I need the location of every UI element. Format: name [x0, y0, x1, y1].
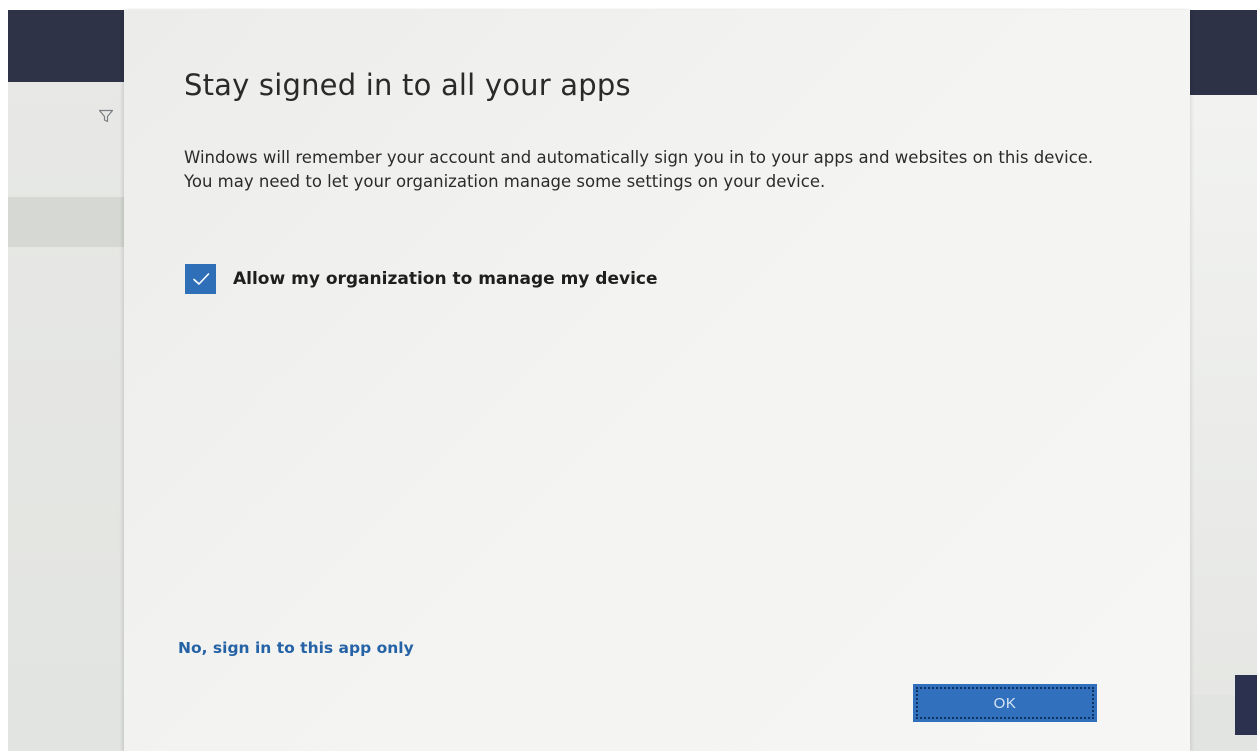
- background-header-bar-right: [1187, 10, 1257, 100]
- checkmark-icon: [192, 273, 209, 285]
- background-selected-row: [8, 197, 138, 247]
- manage-device-checkbox-label[interactable]: Allow my organization to manage my devic…: [233, 269, 658, 289]
- dialog-title: Stay signed in to all your apps: [184, 68, 631, 102]
- ok-button[interactable]: OK: [913, 684, 1097, 722]
- filter-icon: [98, 108, 114, 124]
- sign-in-app-only-link[interactable]: No, sign in to this app only: [178, 639, 414, 657]
- manage-device-checkbox-row[interactable]: Allow my organization to manage my devic…: [185, 264, 658, 294]
- dialog-description: Windows will remember your account and a…: [184, 148, 1094, 191]
- sign-in-dialog: Stay signed in to all your apps Windows …: [124, 10, 1190, 751]
- background-right-accent: [1235, 675, 1257, 735]
- screen: Stay signed in to all your apps Windows …: [0, 0, 1257, 751]
- background-right-panel: [1187, 95, 1257, 695]
- manage-device-checkbox[interactable]: [185, 264, 216, 294]
